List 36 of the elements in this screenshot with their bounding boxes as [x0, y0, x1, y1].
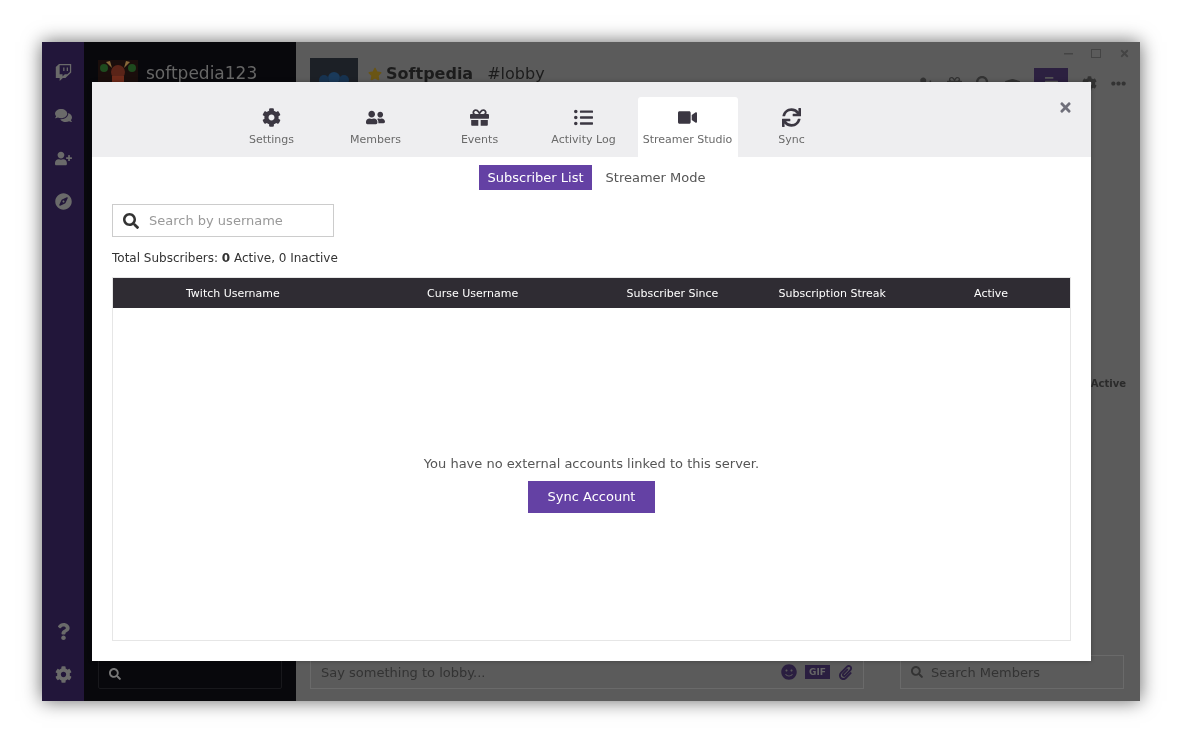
- video-camera-icon: [678, 108, 697, 127]
- chat-icon[interactable]: [54, 107, 72, 124]
- channel-name: #lobby: [487, 64, 545, 83]
- tab[interactable]: Settings: [221, 97, 322, 157]
- tab[interactable]: Members: [325, 97, 426, 157]
- close-button[interactable]: [1058, 100, 1073, 115]
- tab[interactable]: Streamer Studio: [637, 97, 738, 157]
- add-friend-icon[interactable]: [54, 150, 72, 167]
- tab[interactable]: Sync: [741, 97, 842, 157]
- logo-icon[interactable]: [54, 64, 72, 81]
- sub-tab[interactable]: Streamer Mode: [597, 165, 714, 190]
- column-header[interactable]: Active: [912, 286, 1070, 300]
- column-header[interactable]: Curse Username: [352, 286, 593, 300]
- paperclip-icon[interactable]: [838, 664, 853, 680]
- sync-account-button[interactable]: Sync Account: [528, 480, 655, 513]
- column-header[interactable]: Twitch Username: [113, 286, 353, 300]
- username: softpedia123: [146, 63, 258, 83]
- compass-icon[interactable]: [54, 193, 72, 210]
- star-icon[interactable]: [368, 66, 382, 81]
- list-icon: [574, 108, 593, 127]
- subscriber-summary: Total Subscribers: 0 Active, 0 Inactive: [112, 251, 339, 265]
- search-icon: [123, 212, 139, 229]
- column-header[interactable]: Subscriber Since: [592, 286, 753, 300]
- gift-icon: [470, 108, 489, 127]
- sync-icon: [782, 108, 801, 127]
- tab[interactable]: Events: [429, 97, 530, 157]
- sub-tab[interactable]: Subscriber List: [479, 165, 592, 190]
- search-icon: [911, 666, 923, 678]
- gear-icon: [262, 108, 281, 127]
- server-name: Softpedia: [386, 64, 474, 83]
- smiley-icon[interactable]: [781, 664, 798, 680]
- column-header[interactable]: Subscription Streak: [752, 286, 913, 300]
- empty-message: You have no external accounts linked to this server.: [423, 455, 760, 471]
- search-icon: [109, 668, 121, 680]
- people-icon: [366, 108, 385, 127]
- tab[interactable]: Activity Log: [533, 97, 634, 157]
